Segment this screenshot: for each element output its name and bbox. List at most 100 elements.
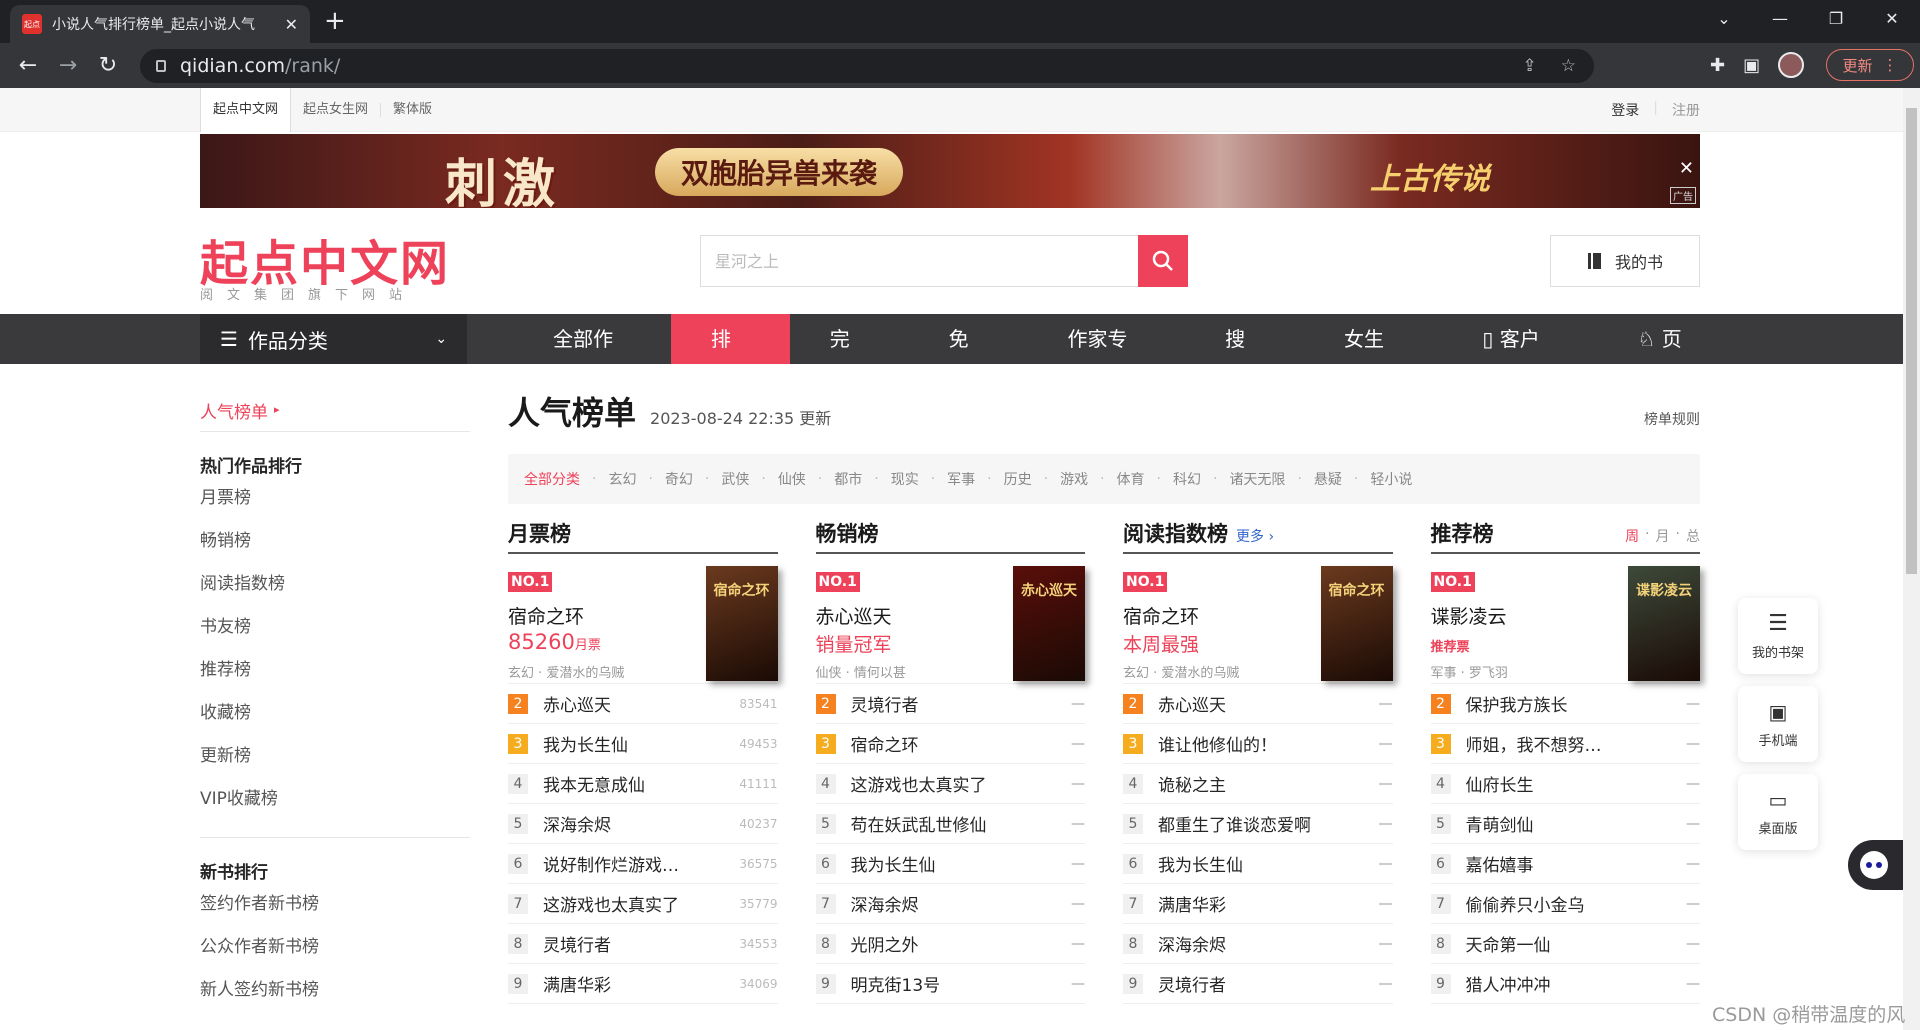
forward-icon[interactable]: →: [48, 53, 88, 78]
my-books-button[interactable]: 我的书: [1550, 235, 1700, 287]
scrollbar-thumb[interactable]: [1906, 108, 1917, 574]
float-bookshelf[interactable]: ☰ 我的书架: [1738, 598, 1818, 674]
rank-row[interactable]: 7 满唐华彩 —: [1123, 884, 1393, 924]
rank-book-name[interactable]: 我本无意成仙: [543, 771, 645, 796]
address-bar[interactable]: qidian.com/rank/ ⇪ ☆: [140, 49, 1594, 83]
rank-row[interactable]: 9 满唐华彩 34069: [508, 964, 778, 1004]
rank-row[interactable]: 5 都重生了谁谈恋爱啊 —: [1123, 804, 1393, 844]
rank-row[interactable]: 5 苟在妖武乱世修仙 —: [815, 804, 1085, 844]
nav-author-zone[interactable]: 作家专区: [1027, 314, 1185, 401]
rank-row[interactable]: 7 深海余烬 —: [815, 884, 1085, 924]
rank-row[interactable]: 7 这游戏也太真实了 35779: [508, 884, 778, 924]
top-book-name[interactable]: 宿命之环: [1123, 602, 1199, 629]
top-book[interactable]: NO.1 宿命之环 本周最强 玄幻 · 爱潜水的乌贼 宿命之环: [1123, 554, 1393, 684]
search-button[interactable]: [1138, 235, 1188, 287]
back-icon[interactable]: ←: [8, 53, 48, 78]
top-book-name[interactable]: 谍影凌云: [1431, 602, 1507, 629]
search-input[interactable]: [701, 236, 1138, 286]
top-book[interactable]: NO.1 赤心巡天 销量冠军 仙侠 · 情何以甚 赤心巡天: [815, 554, 1085, 684]
filter-item[interactable]: 仙侠: [778, 469, 806, 489]
site-link-traditional[interactable]: 繁体版: [381, 103, 444, 117]
sidebar-item-bestseller[interactable]: 畅销榜: [200, 530, 470, 573]
book-cover[interactable]: 宿命之环: [705, 566, 778, 681]
rank-book-name[interactable]: 说好制作烂游戏…: [543, 851, 679, 876]
top-book[interactable]: NO.1 宿命之环 85260月票 玄幻 · 爱潜水的乌贼 宿命之环: [508, 554, 778, 684]
filter-item[interactable]: 玄幻: [608, 469, 636, 489]
rank-row[interactable]: 8 深海余烬 —: [1123, 924, 1393, 964]
rank-book-name[interactable]: 深海余烬: [1158, 931, 1226, 956]
sidebar-current-popular[interactable]: 人气榜单 ▸: [200, 388, 470, 432]
reload-icon[interactable]: ↻: [88, 53, 128, 78]
rank-column-title[interactable]: 阅读指数榜: [1123, 518, 1228, 548]
rank-row[interactable]: 5 深海余烬 40237: [508, 804, 778, 844]
rank-row[interactable]: 9 猎人冲冲冲 —: [1430, 964, 1700, 1004]
rank-book-name[interactable]: 苟在妖武乱世修仙: [851, 811, 987, 836]
rank-row[interactable]: 4 仙府长生 —: [1430, 764, 1700, 804]
site-link-female[interactable]: 起点女生网: [291, 103, 382, 117]
rank-row[interactable]: 6 嘉佑嬉事 —: [1430, 844, 1700, 884]
site-link-qidian[interactable]: 起点中文网: [200, 88, 292, 132]
share-icon[interactable]: ⇪: [1523, 56, 1537, 76]
rank-row[interactable]: 6 说好制作烂游戏… 36575: [508, 844, 778, 884]
url-text[interactable]: qidian.com/rank/: [180, 55, 340, 77]
nav-free[interactable]: 免费: [909, 314, 1028, 401]
rank-row[interactable]: 2 赤心巡天 —: [1123, 684, 1393, 724]
rank-book-name[interactable]: 明克街13号: [851, 971, 941, 996]
rank-book-name[interactable]: 深海余烬: [543, 811, 611, 836]
nav-web-game[interactable]: ♘ 页游: [1598, 314, 1700, 401]
sidebar-item-update[interactable]: 更新榜: [200, 745, 470, 788]
rank-row[interactable]: 5 青萌剑仙 —: [1430, 804, 1700, 844]
book-cover[interactable]: 谍影凌云: [1628, 566, 1700, 681]
nav-all-works[interactable]: 全部作品: [513, 314, 671, 401]
rank-book-name[interactable]: 猎人冲冲冲: [1466, 971, 1551, 996]
book-cover[interactable]: 宿命之环: [1320, 566, 1393, 681]
filter-item[interactable]: 悬疑: [1314, 469, 1342, 489]
rank-book-name[interactable]: 天命第一仙: [1466, 931, 1551, 956]
rank-book-name[interactable]: 仙府长生: [1466, 771, 1534, 796]
rank-row[interactable]: 3 宿命之环 —: [815, 724, 1085, 764]
filter-item[interactable]: 都市: [834, 469, 862, 489]
top-book-name[interactable]: 宿命之环: [508, 602, 584, 629]
filter-item[interactable]: 科幻: [1173, 469, 1201, 489]
filter-item[interactable]: 游戏: [1060, 469, 1088, 489]
sidebar-item-monthly-ticket[interactable]: 月票榜: [200, 487, 470, 530]
rank-row[interactable]: 9 明克街13号 —: [815, 964, 1085, 1004]
login-link[interactable]: 登录: [1611, 100, 1639, 120]
restore-icon[interactable]: ❐: [1808, 0, 1864, 38]
bookmark-star-icon[interactable]: ☆: [1561, 56, 1576, 76]
rank-row[interactable]: 3 谁让他修仙的！ —: [1123, 724, 1393, 764]
browser-tab[interactable]: 起点 小说人气排行榜单_起点小说人气 ✕: [10, 5, 310, 43]
filter-item[interactable]: 武侠: [721, 469, 749, 489]
rank-book-name[interactable]: 光阴之外: [851, 931, 919, 956]
rank-row[interactable]: 6 我为长生仙 —: [1123, 844, 1393, 884]
rank-book-name[interactable]: 嘉佑嬉事: [1466, 851, 1534, 876]
ad-banner[interactable]: 刺激 双胞胎异兽来袭 上古传说 ✕ 广告: [200, 134, 1700, 208]
rank-book-name[interactable]: 师姐，我不想努…: [1466, 731, 1602, 756]
book-cover[interactable]: 赤心巡天: [1013, 566, 1085, 681]
rank-row[interactable]: 8 天命第一仙 —: [1430, 924, 1700, 964]
rank-book-name[interactable]: 都重生了谁谈恋爱啊: [1158, 811, 1311, 836]
top-book[interactable]: NO.1 谍影凌云 推荐票 军事 · 罗飞羽 谍影凌云: [1430, 554, 1700, 684]
sidebar-item-read-index[interactable]: 阅读指数榜: [200, 573, 470, 616]
rank-book-name[interactable]: 灵境行者: [1158, 971, 1226, 996]
rank-book-name[interactable]: 我为长生仙: [851, 851, 936, 876]
nav-rank[interactable]: 排行: [670, 314, 790, 401]
rank-column-title[interactable]: 月票榜: [508, 518, 571, 548]
rank-column-title[interactable]: 畅销榜: [816, 518, 879, 548]
rank-row[interactable]: 4 我本无意成仙 41111: [508, 764, 778, 804]
rank-book-name[interactable]: 我为长生仙: [1158, 851, 1243, 876]
rank-row[interactable]: 9 灵境行者 —: [1123, 964, 1393, 1004]
rank-row[interactable]: 6 我为长生仙 —: [815, 844, 1085, 884]
rank-row[interactable]: 3 我为长生仙 49453: [508, 724, 778, 764]
rank-row[interactable]: 7 偷偷养只小金乌 —: [1430, 884, 1700, 924]
category-menu[interactable]: ☰ 作品分类 ⌄: [200, 314, 468, 364]
browser-update-button[interactable]: 更新 ⋮: [1826, 49, 1914, 81]
rank-book-name[interactable]: 灵境行者: [851, 691, 919, 716]
filter-item[interactable]: 奇幻: [665, 469, 693, 489]
period-option[interactable]: 月: [1656, 526, 1670, 546]
sidebar-item-fans[interactable]: 书友榜: [200, 616, 470, 659]
rank-book-name[interactable]: 青萌剑仙: [1466, 811, 1534, 836]
rank-book-name[interactable]: 宿命之环: [851, 731, 919, 756]
filter-item[interactable]: 轻小说: [1370, 469, 1412, 489]
rank-row[interactable]: 8 光阴之外 —: [815, 924, 1085, 964]
